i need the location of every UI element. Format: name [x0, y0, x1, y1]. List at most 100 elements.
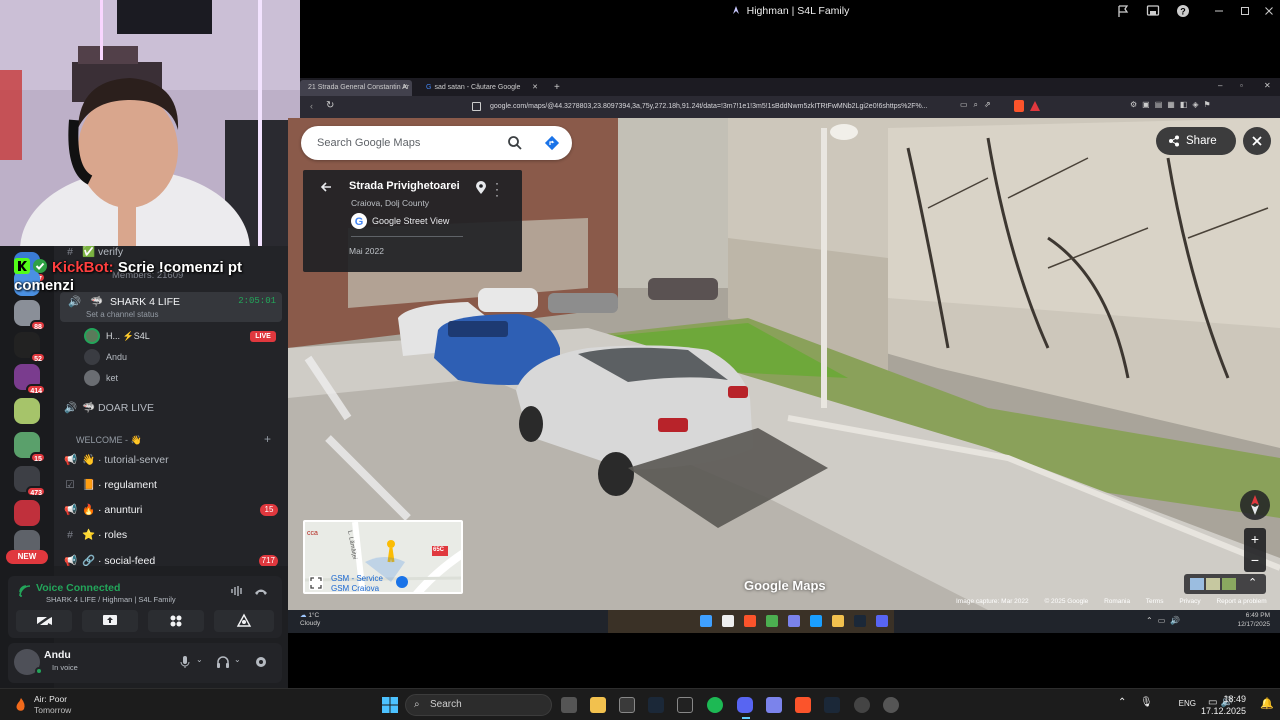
- close-tab-icon[interactable]: ✕: [532, 80, 538, 96]
- expand-icon[interactable]: ⌃: [1248, 576, 1257, 589]
- close-icon[interactable]: ✕: [1264, 81, 1271, 90]
- server-icon[interactable]: 414: [14, 364, 46, 395]
- new-badge[interactable]: NEW: [6, 550, 48, 564]
- server-icon[interactable]: 15: [14, 432, 46, 463]
- gear-icon[interactable]: [254, 655, 268, 669]
- server-icon[interactable]: 88: [14, 300, 46, 331]
- camera-off-button[interactable]: [16, 610, 72, 632]
- brave-icon[interactable]: [795, 697, 811, 713]
- rewards-icon[interactable]: [1030, 101, 1040, 111]
- url-input[interactable]: google.com/maps/@44.3278803,23.8097394,3…: [490, 100, 950, 114]
- notification-bell-icon[interactable]: 🔔: [1260, 697, 1274, 710]
- tab-google-search[interactable]: Gsad satan - Căutare Google ✕: [418, 80, 542, 96]
- steam-icon[interactable]: [648, 697, 664, 713]
- app-icon[interactable]: [766, 615, 778, 627]
- add-channel-icon[interactable]: +: [264, 432, 271, 446]
- chevron-down-icon[interactable]: ⌄: [234, 655, 241, 664]
- brave-shield-icon[interactable]: [1014, 100, 1024, 112]
- layer-thumbnail[interactable]: [1190, 578, 1204, 590]
- maximize-icon[interactable]: ▫: [1240, 81, 1243, 90]
- soundboard-icon[interactable]: [230, 584, 244, 598]
- weather-widget[interactable]: ☁ 1°C Cloudy: [300, 612, 320, 628]
- flag-icon[interactable]: [1116, 4, 1130, 18]
- more-options-icon[interactable]: · · ·: [495, 177, 499, 201]
- channel-status[interactable]: Set a channel status: [86, 310, 159, 319]
- activities-button[interactable]: [148, 610, 204, 632]
- close-street-view-button[interactable]: [1243, 127, 1271, 155]
- brave-icon[interactable]: [744, 615, 756, 627]
- server-icon[interactable]: 52: [14, 332, 46, 363]
- file-explorer-icon[interactable]: [590, 697, 606, 713]
- back-icon[interactable]: ‹: [310, 101, 313, 111]
- capture-date[interactable]: Mai 2022: [349, 246, 384, 256]
- steam-icon[interactable]: [824, 697, 840, 713]
- compass-icon[interactable]: [1240, 490, 1270, 520]
- channel-social-feed[interactable]: 📢 🔗 · social-feed: [64, 551, 155, 566]
- category-welcome[interactable]: WELCOME - 👋: [76, 430, 142, 450]
- fullscreen-icon[interactable]: [309, 576, 323, 590]
- directions-icon[interactable]: [544, 135, 560, 151]
- screen-share-button[interactable]: [82, 610, 138, 632]
- channel-tutorial-server[interactable]: 📢 👋 · tutorial-server: [64, 450, 169, 470]
- layer-thumbnail[interactable]: [1206, 578, 1220, 590]
- discord-icon[interactable]: [737, 697, 753, 713]
- tray-icons[interactable]: ⌃▭🔊: [1146, 616, 1185, 625]
- bookmark-icon[interactable]: [472, 102, 481, 111]
- soundboard-button[interactable]: [214, 610, 274, 632]
- layer-thumbnail[interactable]: [1222, 578, 1236, 590]
- channel-anunturi[interactable]: 📢 🔥 · anunturi: [64, 500, 142, 520]
- task-view-icon[interactable]: [561, 697, 577, 713]
- windows-start-icon[interactable]: [382, 697, 398, 713]
- tab-google-maps[interactable]: 21 Strada General Constantin Ar ✕: [300, 80, 412, 96]
- taskview-icon[interactable]: [722, 615, 734, 627]
- chrome-icon[interactable]: [883, 697, 899, 713]
- maps-search-box[interactable]: Search Google Maps: [301, 126, 572, 160]
- url-actions[interactable]: ▭⌕⇗: [960, 100, 997, 110]
- share-button[interactable]: Share: [1156, 127, 1236, 155]
- maximize-icon[interactable]: [1238, 4, 1252, 18]
- search-icon[interactable]: [507, 135, 523, 151]
- voice-channel-active[interactable]: 🔊 🦈 SHARK 4 LIFE 2:05:01 Set a channel s…: [60, 292, 282, 322]
- server-icon[interactable]: [14, 398, 40, 424]
- edge-icon[interactable]: [810, 615, 822, 627]
- headphones-icon[interactable]: [216, 655, 230, 669]
- weather-icon[interactable]: [14, 697, 28, 713]
- minimap[interactable]: cca L. Lămâiței 65C GSM - Service GSM Cr…: [303, 520, 463, 594]
- disconnect-icon[interactable]: [254, 584, 268, 598]
- street-view-panorama[interactable]: Search Google Maps Strada Privighetoarei…: [288, 118, 1280, 610]
- channel-roles[interactable]: # ⭐ · roles: [64, 525, 127, 545]
- layers-strip[interactable]: ⌃: [1184, 574, 1266, 594]
- taskbar-search[interactable]: ⌕ Search: [405, 694, 552, 716]
- teams-icon[interactable]: [766, 697, 782, 713]
- close-tab-icon[interactable]: ✕: [402, 80, 408, 96]
- app-icon[interactable]: [854, 697, 870, 713]
- close-icon[interactable]: [1262, 4, 1276, 18]
- chevron-up-icon[interactable]: ⌃: [1118, 697, 1126, 708]
- minimize-icon[interactable]: –: [1218, 81, 1222, 90]
- steam-icon[interactable]: [854, 615, 866, 627]
- microphone-icon[interactable]: 🎙: [1140, 697, 1153, 708]
- voice-member[interactable]: Andu: [84, 349, 284, 367]
- zoom-out-button[interactable]: −: [1244, 550, 1266, 572]
- maps-search-input[interactable]: Search Google Maps: [317, 126, 420, 160]
- location-pin-icon[interactable]: [475, 181, 487, 195]
- discord-icon[interactable]: [876, 615, 888, 627]
- obs-icon[interactable]: [677, 697, 693, 713]
- toolbar-icons[interactable]: ⚙▣▤▦◧◈⚑: [1130, 100, 1216, 109]
- server-icon[interactable]: [14, 500, 40, 526]
- zoom-in-button[interactable]: +: [1244, 528, 1266, 550]
- folder-icon[interactable]: [832, 615, 844, 627]
- voice-member[interactable]: ket: [84, 370, 284, 388]
- teams-icon[interactable]: [788, 615, 800, 627]
- chevron-down-icon[interactable]: ⌄: [196, 655, 203, 664]
- voice-status-subtitle[interactable]: SHARK 4 LIFE / Highman | S4L Family: [46, 595, 176, 604]
- back-arrow-icon[interactable]: [319, 180, 333, 194]
- help-icon[interactable]: ?: [1176, 4, 1190, 18]
- system-clock[interactable]: 18:49 17.12.2025: [1201, 693, 1246, 717]
- new-tab-icon[interactable]: +: [546, 80, 562, 96]
- minimize-icon[interactable]: [1212, 4, 1226, 18]
- server-icon[interactable]: 473: [14, 466, 46, 497]
- spotify-icon[interactable]: [707, 697, 723, 713]
- store-icon[interactable]: [619, 697, 635, 713]
- start-icon[interactable]: [700, 615, 712, 627]
